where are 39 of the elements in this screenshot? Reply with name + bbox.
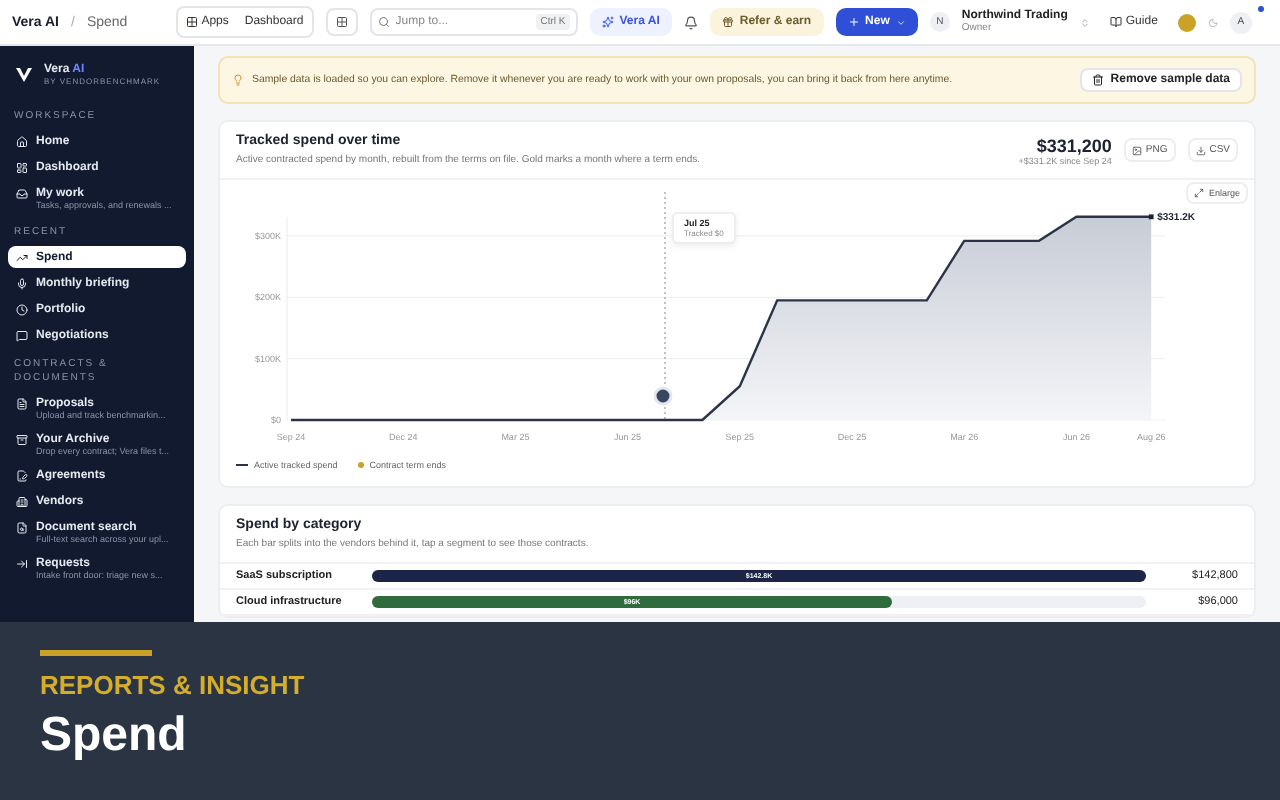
bulb-icon: [232, 74, 244, 86]
total-value: $331,200: [1036, 135, 1112, 155]
notification-dot: [1257, 5, 1264, 11]
nav-icon: [16, 469, 28, 481]
expand-icon: [1194, 188, 1205, 198]
search-icon: [377, 16, 390, 28]
nav-icon: [16, 329, 28, 341]
grid-icon: [185, 16, 198, 28]
download-icon: [1195, 145, 1206, 155]
nav-icon: [16, 277, 28, 289]
book-icon: [1109, 16, 1122, 28]
bell-icon[interactable]: [683, 15, 698, 29]
switcher-icon[interactable]: [1079, 17, 1090, 27]
plus-icon: [847, 16, 860, 28]
nav-icon: [16, 187, 28, 199]
nav-icon: [16, 251, 28, 263]
nav-icon: [16, 135, 28, 147]
nav-icon: [16, 303, 28, 315]
nav-icon: [16, 495, 28, 507]
image-icon: [1131, 145, 1142, 155]
legend-line: [236, 464, 248, 466]
grid-icon[interactable]: [325, 8, 358, 36]
end-marker: [1148, 214, 1154, 220]
nav-icon: [16, 161, 28, 173]
legend-dot: [357, 462, 364, 468]
nav-icon: [16, 433, 28, 445]
accent-rule: [40, 650, 152, 656]
sparkle-icon: [601, 16, 614, 28]
gift-icon: [721, 16, 734, 28]
caret-icon: [895, 17, 906, 27]
moon-icon[interactable]: [1207, 17, 1218, 27]
trash-icon: [1092, 74, 1105, 86]
logo-icon: [16, 68, 32, 82]
nav-icon: [16, 557, 28, 569]
sun-toggle-icon[interactable]: [1177, 13, 1196, 31]
nav-icon: [16, 397, 28, 409]
nav-icon: [16, 521, 28, 533]
banner-title: Spend: [40, 708, 189, 764]
banner-kicker: REPORTS & INSIGHT: [40, 670, 307, 700]
